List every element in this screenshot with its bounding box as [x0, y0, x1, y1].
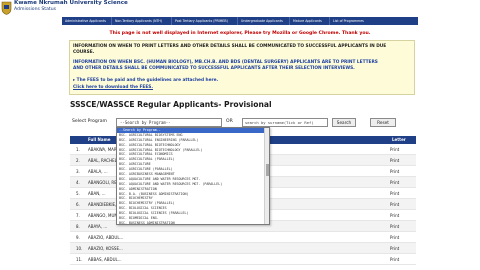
applicant-name: ABBAS, ABDUL... [88, 257, 122, 262]
info-text-line: COURSE. [73, 50, 95, 55]
main-nav: Administrative Applicants Non-Tertiary A… [62, 17, 418, 25]
applicant-name: ABAYA, ... [88, 224, 108, 229]
row-number: 9. [76, 235, 80, 240]
university-name: Kwame Nkrumah University Science [14, 0, 128, 6]
row-number: 8. [76, 224, 80, 229]
print-letter-link[interactable]: Print [390, 235, 399, 240]
info-text-line: INFORMATION ON WHEN BSC. (HUMAN BIOLOGY)… [73, 60, 378, 65]
dropdown-scrollbar[interactable] [264, 128, 269, 224]
row-number: 5. [76, 191, 80, 196]
print-letter-link[interactable]: Print [390, 180, 399, 185]
program-option[interactable]: BSC. BUSINESS ADMINISTRATION [117, 221, 269, 224]
applicant-name: ABALA, ... [88, 169, 108, 174]
row-number: 11. [76, 257, 83, 262]
fees-download-link[interactable]: Click here to download the FEES. [73, 85, 153, 90]
nav-item-post-tertiary[interactable]: Post Tertiary Applicants (PRIMEB) [172, 17, 238, 25]
program-options: --Search by Program-- BSC. AGRICULTURAL B… [117, 128, 269, 224]
row-number: 2. [76, 158, 80, 163]
row-number: 7. [76, 213, 80, 218]
nav-item-programmes[interactable]: List of Programmes [330, 17, 418, 25]
info-text-line: AND OTHER DETAILS SHALL BE COMMUNICATED … [73, 66, 355, 71]
nav-item-non-tertiary[interactable]: Non-Tertiary Applicants (NTH) [112, 17, 172, 25]
site-header: Kwame Nkrumah University Science Admissi… [0, 0, 480, 16]
reset-button[interactable]: Reset [370, 118, 396, 127]
fees-notice: ▸ The FEES to be paid and the guidelines… [73, 78, 219, 83]
row-number: 1. [76, 147, 80, 152]
row-number: 6. [76, 202, 80, 207]
print-letter-link[interactable]: Print [390, 213, 399, 218]
row-number: 10. [76, 246, 83, 251]
print-letter-link[interactable]: Print [390, 191, 399, 196]
surname-search-input[interactable]: search by surname(Tick or Ref) [242, 118, 328, 127]
nav-item-administrative[interactable]: Administrative Applicants [62, 17, 112, 25]
dropdown-scrollbar-thumb[interactable] [265, 164, 269, 176]
info-box: INFORMATION ON WHEN TO PRINT LETTERS AND… [69, 40, 415, 95]
browser-warning: This page is not well displayed in Inter… [109, 31, 371, 36]
info-text-line: INFORMATION ON WHEN TO PRINT LETTERS AND… [73, 44, 387, 49]
print-letter-link[interactable]: Print [390, 224, 399, 229]
nav-item-mature[interactable]: Mature Applicants [290, 17, 330, 25]
site-subtitle: Admissions Status [14, 7, 57, 12]
university-logo-icon [1, 1, 12, 15]
nav-item-undergraduate[interactable]: Undergraduate Applicants [238, 17, 290, 25]
column-header-letter: Letter [392, 137, 406, 142]
row-number: 3. [76, 169, 80, 174]
fees-notice-text: The FEES to be paid and the guidelines a… [76, 78, 219, 83]
print-letter-link[interactable]: Print [390, 169, 399, 174]
program-label: Select Program [72, 119, 108, 124]
table-row: 11. ABBAS, ABDUL... Print [70, 254, 416, 265]
table-row: 10. ABAZIO, KOSSE... Print [70, 243, 416, 254]
search-button[interactable]: Search [332, 118, 356, 127]
row-number: 4. [76, 180, 80, 185]
program-select[interactable]: --Search by Program-- [116, 118, 222, 127]
print-letter-link[interactable]: Print [390, 202, 399, 207]
column-header-name: Full Name [88, 137, 111, 142]
applicant-name: ABAN, ... [88, 191, 106, 196]
print-letter-link[interactable]: Print [390, 158, 399, 163]
page-title: SSSCE/WASSCE Regular Applicants- Provisi… [70, 100, 272, 109]
print-letter-link[interactable]: Print [390, 147, 399, 152]
print-letter-link[interactable]: Print [390, 246, 399, 251]
applicant-name: ABAZIO, ABDUL... [88, 235, 124, 240]
program-dropdown-list[interactable]: --Search by Program-- BSC. AGRICULTURAL B… [116, 127, 270, 225]
applicant-name: ABAZIO, KOSSE... [88, 246, 123, 251]
table-row: 9. ABAZIO, ABDUL... Print [70, 232, 416, 243]
print-letter-link[interactable]: Print [390, 257, 399, 262]
or-label: OR [226, 119, 233, 124]
